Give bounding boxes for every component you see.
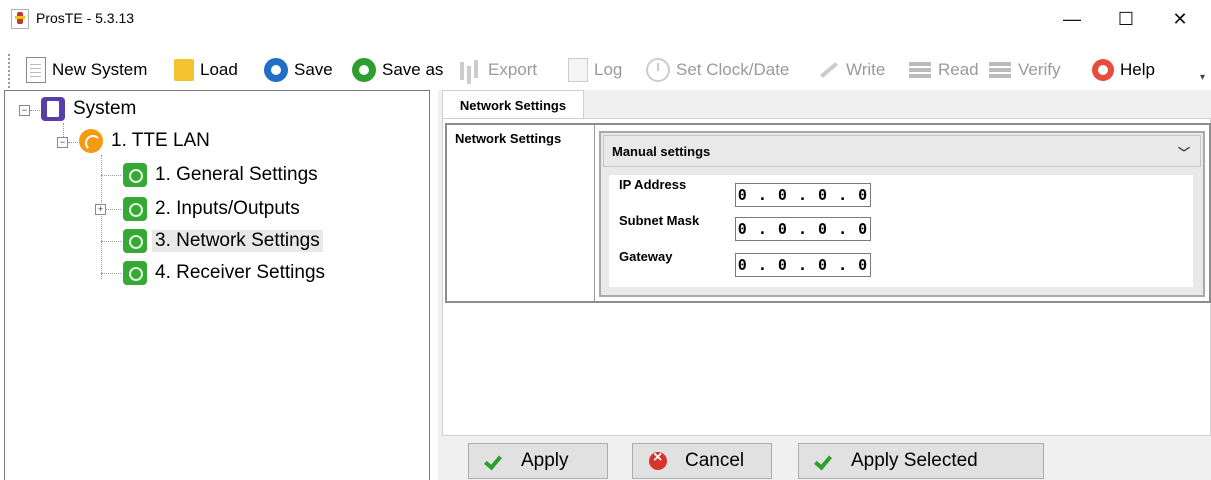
bar-chart-icon bbox=[458, 58, 482, 82]
folder-icon bbox=[174, 59, 194, 81]
tree-connector bbox=[30, 110, 40, 112]
tree-node-system[interactable]: System bbox=[41, 97, 136, 121]
tree-node-label: 2. Inputs/Outputs bbox=[155, 198, 300, 219]
collapse-lan-toggle[interactable]: − bbox=[57, 137, 68, 148]
lifebuoy-help-icon bbox=[1092, 59, 1114, 81]
apply-label: Apply bbox=[521, 450, 569, 471]
apply-selected-label: Apply Selected bbox=[851, 450, 978, 471]
expand-inputs-toggle[interactable]: + bbox=[95, 204, 106, 215]
tree-node-inputs-outputs[interactable]: 2. Inputs/Outputs bbox=[123, 197, 300, 221]
group-body: Manual settings ﹀ IP Address 0 . 0 . 0 .… bbox=[595, 125, 1209, 301]
verify-button[interactable]: Verify bbox=[988, 44, 1061, 96]
save-icon bbox=[264, 58, 288, 82]
tree-node-general-settings[interactable]: 1. General Settings bbox=[123, 163, 318, 187]
tab-content: Network Settings Manual settings ﹀ IP Ad… bbox=[442, 118, 1211, 436]
help-button[interactable]: Help bbox=[1092, 44, 1155, 96]
tab-network-settings[interactable]: Network Settings bbox=[442, 90, 584, 119]
system-tree[interactable]: − System − 1. TTE LAN + 1. General Setti… bbox=[4, 90, 430, 480]
gears-icon bbox=[123, 163, 147, 187]
check-icon bbox=[485, 452, 503, 470]
tree-connector bbox=[101, 175, 121, 177]
apply-button[interactable]: Apply bbox=[468, 443, 608, 479]
toolbar-grip[interactable] bbox=[8, 54, 10, 88]
ip-address-input[interactable]: 0 . 0 . 0 . 0 bbox=[735, 183, 871, 207]
toolbar-overflow-button[interactable]: ▾ bbox=[1200, 72, 1205, 83]
maximize-button[interactable]: ☐ bbox=[1103, 0, 1149, 38]
save-button[interactable]: Save bbox=[264, 44, 333, 96]
ip-address-label: IP Address bbox=[619, 177, 687, 192]
new-system-label: New System bbox=[52, 60, 148, 79]
tree-node-tte-lan[interactable]: 1. TTE LAN bbox=[79, 129, 210, 153]
tree-node-label: 4. Receiver Settings bbox=[155, 262, 326, 283]
help-label: Help bbox=[1120, 60, 1155, 79]
verify-icon bbox=[988, 58, 1012, 82]
load-button[interactable]: Load bbox=[174, 44, 238, 96]
network-refresh-icon bbox=[123, 229, 147, 253]
apply-selected-button[interactable]: Apply Selected bbox=[798, 443, 1044, 479]
settings-panel: Network Settings Network Settings Manual… bbox=[438, 90, 1211, 480]
save-label: Save bbox=[294, 60, 333, 79]
tree-node-label: 1. TTE LAN bbox=[111, 130, 210, 151]
export-button[interactable]: Export bbox=[458, 44, 537, 96]
cancel-label: Cancel bbox=[685, 450, 745, 471]
read-button[interactable]: Read bbox=[908, 44, 979, 96]
subnet-mask-label: Subnet Mask bbox=[619, 213, 700, 228]
network-mode-value: Manual settings bbox=[612, 143, 711, 159]
gateway-input[interactable]: 0 . 0 . 0 . 0 bbox=[735, 253, 871, 277]
network-feed-icon bbox=[79, 129, 103, 153]
write-button[interactable]: Write bbox=[816, 44, 885, 96]
gateway-label: Gateway bbox=[619, 249, 673, 264]
cancel-button[interactable]: Cancel bbox=[632, 443, 772, 479]
load-label: Load bbox=[200, 60, 238, 79]
close-button[interactable]: ✕ bbox=[1157, 0, 1203, 38]
verify-label: Verify bbox=[1018, 60, 1061, 79]
collapse-system-toggle[interactable]: − bbox=[19, 105, 30, 116]
check-icon bbox=[815, 452, 833, 470]
action-bar: Apply Cancel Apply Selected bbox=[438, 436, 1211, 480]
tree-connector bbox=[101, 155, 103, 279]
title-bar: ProsTE - 5.3.13 — ☐ ✕ bbox=[0, 0, 1211, 38]
write-label: Write bbox=[846, 60, 886, 79]
set-clock-button[interactable]: Set Clock/Date bbox=[646, 44, 789, 96]
tree-node-network-settings[interactable]: 3. Network Settings bbox=[123, 229, 323, 253]
log-label: Log bbox=[594, 60, 623, 79]
chevron-down-icon: ﹀ bbox=[1177, 146, 1190, 160]
set-clock-label: Set Clock/Date bbox=[676, 60, 790, 79]
ip-fields: IP Address 0 . 0 . 0 . 0 Subnet Mask 0 .… bbox=[609, 175, 1193, 287]
group-label: Network Settings bbox=[447, 125, 595, 301]
window-title: ProsTE - 5.3.13 bbox=[36, 10, 135, 26]
export-label: Export bbox=[488, 60, 538, 79]
new-document-icon bbox=[26, 57, 46, 83]
save-as-icon bbox=[352, 58, 376, 82]
save-as-button[interactable]: Save as bbox=[352, 44, 443, 96]
tree-connector bbox=[101, 273, 121, 275]
tree-node-label: 3. Network Settings bbox=[152, 230, 323, 252]
tree-connector bbox=[101, 241, 121, 243]
settings-frame: Manual settings ﹀ IP Address 0 . 0 . 0 .… bbox=[599, 131, 1205, 297]
arrows-icon bbox=[123, 197, 147, 221]
save-as-label: Save as bbox=[382, 60, 444, 79]
read-icon bbox=[908, 58, 932, 82]
tree-connector bbox=[68, 142, 78, 144]
cancel-icon bbox=[649, 449, 667, 470]
tree-node-receiver-settings[interactable]: 4. Receiver Settings bbox=[123, 261, 325, 285]
log-icon bbox=[568, 58, 588, 82]
pencil-icon bbox=[816, 58, 840, 82]
new-system-button[interactable]: New System bbox=[26, 44, 147, 96]
clock-icon bbox=[646, 58, 670, 82]
network-mode-select[interactable]: Manual settings ﹀ bbox=[603, 135, 1201, 167]
system-icon bbox=[41, 97, 65, 121]
network-settings-group: Network Settings Manual settings ﹀ IP Ad… bbox=[445, 123, 1211, 303]
app-icon bbox=[11, 9, 29, 29]
minimize-button[interactable]: — bbox=[1049, 0, 1095, 38]
read-label: Read bbox=[938, 60, 979, 79]
log-button[interactable]: Log bbox=[568, 44, 622, 96]
tree-node-label: 1. General Settings bbox=[155, 164, 318, 185]
receiver-icon bbox=[123, 261, 147, 285]
subnet-mask-input[interactable]: 0 . 0 . 0 . 0 bbox=[735, 217, 871, 241]
tree-node-label: System bbox=[73, 98, 137, 119]
panel-splitter[interactable] bbox=[430, 90, 438, 480]
